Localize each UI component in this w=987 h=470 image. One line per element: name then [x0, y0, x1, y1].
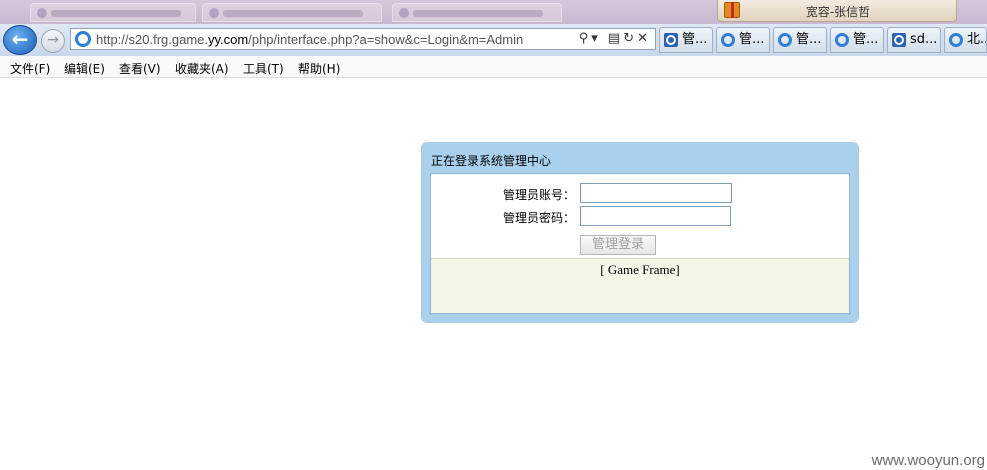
- menu-help[interactable]: 帮助(H): [298, 60, 340, 77]
- tab-blurred-label: [51, 10, 181, 17]
- background-tab-1[interactable]: [30, 3, 196, 22]
- password-input[interactable]: [580, 206, 731, 226]
- page-icon: [399, 8, 409, 18]
- page-icon: [37, 8, 47, 18]
- tab-label: 北...: [967, 32, 986, 47]
- ie-icon: [778, 33, 792, 47]
- tab-label: 管...: [853, 32, 879, 47]
- arrow-left-icon: ←: [11, 27, 29, 51]
- menu-favorites[interactable]: 收藏夹(A): [175, 60, 229, 77]
- url-path: /php/interface.php?a=show&c=Login&m=Admi…: [248, 32, 524, 47]
- tab-5[interactable]: sd...: [887, 27, 941, 53]
- tab-3[interactable]: 管...: [773, 27, 827, 53]
- watermark: www.wooyun.org: [871, 452, 985, 469]
- menu-tools[interactable]: 工具(T): [243, 60, 284, 77]
- background-tab-3[interactable]: [392, 3, 562, 22]
- url-domain: yy.com: [208, 32, 249, 47]
- arrow-right-icon: →: [47, 32, 59, 48]
- tab-label: 管...: [796, 32, 822, 47]
- tab-2[interactable]: 管...: [716, 27, 770, 53]
- menu-bar: 文件(F) 编辑(E) 查看(V) 收藏夹(A) 工具(T) 帮助(H): [0, 56, 987, 78]
- window-title-bar: 宽容-张信哲: [0, 0, 987, 24]
- password-row: 管理员密码：: [431, 206, 851, 228]
- tab-label: 管...: [682, 32, 708, 47]
- ie-icon: [75, 31, 91, 47]
- account-row: 管理员账号：: [431, 183, 851, 205]
- menu-edit[interactable]: 编辑(E): [64, 60, 105, 77]
- tab-label: 管...: [739, 32, 765, 47]
- login-title: 正在登录系统管理中心: [431, 154, 552, 168]
- account-label: 管理员账号：: [502, 188, 575, 202]
- url-prefix: http://s20.frg.game.: [96, 32, 209, 47]
- password-label: 管理员密码：: [502, 211, 575, 225]
- address-bar-actions[interactable]: ⚲▾ ▤↻✕: [579, 31, 651, 46]
- back-button[interactable]: ←: [3, 25, 37, 55]
- tab-label: sd...: [910, 32, 938, 47]
- window-owner-label: 宽容-张信哲: [717, 0, 957, 22]
- tab-4[interactable]: 管...: [830, 27, 884, 53]
- account-input[interactable]: [580, 183, 732, 203]
- owner-name: 宽容-张信哲: [805, 5, 871, 19]
- page-icon: [209, 8, 219, 18]
- search-icon: [892, 33, 906, 47]
- address-url[interactable]: http://s20.frg.game.yy.com/php/interface…: [96, 32, 523, 47]
- game-frame-link[interactable]: [ Game Frame]: [431, 262, 849, 278]
- tab-blurred-label: [223, 10, 363, 17]
- ie-icon: [835, 33, 849, 47]
- ie-icon: [949, 33, 963, 47]
- tab-1[interactable]: 管...: [659, 27, 713, 53]
- menu-view[interactable]: 查看(V): [119, 60, 161, 77]
- login-button[interactable]: 管理登录: [580, 235, 656, 255]
- login-form: 管理员账号： 管理员密码： 管理登录 [ Game Frame]: [430, 173, 850, 314]
- menu-file[interactable]: 文件(F): [10, 60, 50, 77]
- address-bar[interactable]: http://s20.frg.game.yy.com/php/interface…: [70, 28, 656, 50]
- tab-strip: 管... 管... 管... 管... sd... 北...: [659, 24, 987, 56]
- forward-button[interactable]: →: [41, 29, 65, 53]
- tab-6[interactable]: 北...: [944, 27, 987, 53]
- background-tab-2[interactable]: [202, 3, 382, 22]
- tab-blurred-label: [413, 10, 543, 17]
- ie-icon: [721, 33, 735, 47]
- search-icon: [664, 33, 678, 47]
- login-footer: [ Game Frame]: [431, 258, 849, 313]
- login-panel: 正在登录系统管理中心 管理员账号： 管理员密码： 管理登录 [ Game Fra…: [421, 142, 859, 323]
